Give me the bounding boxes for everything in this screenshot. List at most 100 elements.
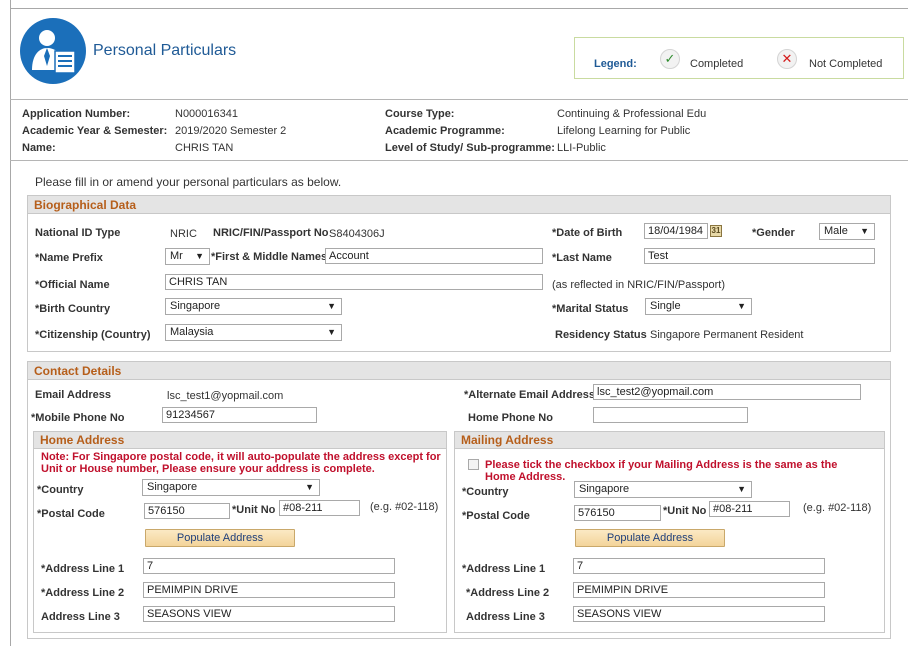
mail-line1-label: *Address Line 1 [462,563,546,575]
name-prefix-value: Mr [170,250,183,262]
name-value: CHRIS TAN [175,142,234,154]
mobile-input[interactable]: 91234567 [162,407,317,423]
chevron-down-icon: ▼ [327,327,336,337]
alt-email-input[interactable]: lsc_test2@yopmail.com [593,384,861,400]
dob-input[interactable]: 18/04/1984 [644,223,708,239]
email-value: lsc_test1@yopmail.com [167,390,284,402]
cross-icon: ✕ [777,49,797,69]
mail-line3-label: Address Line 3 [466,611,545,623]
official-name-note: (as reflected in NRIC/FIN/Passport) [552,279,725,291]
mail-country-value: Singapore [579,483,630,495]
home-unit-label: *Unit No [232,504,276,516]
residency-value: Singapore Permanent Resident [650,329,804,341]
programme-label: Academic Programme: [385,125,505,137]
header-divider [10,99,908,100]
id-no-label: NRIC/FIN/Passport No [213,227,329,239]
app-number-label: Application Number: [22,108,131,120]
mail-postal-input[interactable]: 576150 [574,505,661,521]
home-phone-input[interactable] [593,407,748,423]
calendar-icon[interactable]: 31 [710,225,722,237]
info-divider [10,160,908,161]
same-address-checkbox[interactable] [468,459,479,470]
home-line3-label: Address Line 3 [41,611,120,623]
chevron-down-icon: ▼ [327,301,336,311]
mail-line3-input[interactable]: SEASONS VIEW [573,606,825,622]
marital-status-label: *Marital Status [552,303,629,315]
instruction-text: Please fill in or amend your personal pa… [35,175,342,189]
page-title: Personal Particulars [93,42,237,59]
mail-line2-input[interactable]: PEMIMPIN DRIVE [573,582,825,598]
gender-select[interactable]: Male ▼ [819,223,875,240]
home-address-note: Note: For Singapore postal code, it will… [41,451,441,475]
legend-completed-text: Completed [690,58,744,70]
name-prefix-label: *Name Prefix [35,252,103,264]
home-unit-example: (e.g. #02-118) [370,501,439,513]
person-document-icon [20,18,86,84]
year-semester-value: 2019/2020 Semester 2 [175,125,287,137]
level-value: LLI-Public [557,142,606,154]
home-populate-address-button[interactable]: Populate Address [145,529,295,547]
marital-status-select[interactable]: Single ▼ [645,298,752,315]
last-name-label: *Last Name [552,252,612,264]
chevron-down-icon: ▼ [195,251,204,261]
alt-email-label: *Alternate Email Address [464,389,596,401]
mail-unit-label: *Unit No [663,505,707,517]
mailing-same-note: Please tick the checkbox if your Mailing… [485,459,838,483]
official-name-label: *Official Name [35,279,110,291]
home-address-heading: Home Address [34,432,446,449]
mail-postal-label: *Postal Code [462,510,530,522]
year-semester-label: Academic Year & Semester: [22,125,168,137]
mail-line1-input[interactable]: 7 [573,558,825,574]
mailing-address-heading: Mailing Address [455,432,884,449]
email-label: Email Address [35,389,112,401]
check-icon: ✓ [660,49,680,69]
citizenship-value: Malaysia [170,326,214,338]
mail-unit-input[interactable]: #08-211 [709,501,790,517]
home-line2-input[interactable]: PEMIMPIN DRIVE [143,582,395,598]
app-number-value: N000016341 [175,108,239,120]
gender-value: Male [824,225,848,237]
id-type-label: National ID Type [35,227,121,239]
marital-status-value: Single [650,300,681,312]
home-country-value: Singapore [147,481,198,493]
home-line1-input[interactable]: 7 [143,558,395,574]
home-line1-label: *Address Line 1 [41,563,125,575]
residency-label: Residency Status [555,329,647,341]
dob-label: *Date of Birth [552,227,623,239]
course-type-value: Continuing & Professional Edu [557,108,707,120]
home-unit-input[interactable]: #08-211 [279,500,360,516]
birth-country-select[interactable]: Singapore ▼ [165,298,342,315]
page-frame-top [10,8,908,9]
birth-country-value: Singapore [170,300,221,312]
name-label: Name: [22,142,56,154]
mail-unit-example: (e.g. #02-118) [803,502,872,514]
first-names-label: *First & Middle Names [211,251,328,263]
official-name-input[interactable]: CHRIS TAN [165,274,543,290]
mail-country-select[interactable]: Singapore ▼ [574,481,752,498]
home-line3-input[interactable]: SEASONS VIEW [143,606,395,622]
home-country-select[interactable]: Singapore ▼ [142,479,320,496]
chevron-down-icon: ▼ [737,301,746,311]
mail-line2-label: *Address Line 2 [466,587,550,599]
level-label: Level of Study/ Sub-programme: [385,142,555,154]
birth-country-label: *Birth Country [35,303,111,315]
citizenship-label: *Citizenship (Country) [35,329,151,341]
citizenship-select[interactable]: Malaysia ▼ [165,324,342,341]
section-heading: Biographical Data [28,196,890,214]
home-postal-label: *Postal Code [37,508,105,520]
programme-value: Lifelong Learning for Public [557,125,691,137]
chevron-down-icon: ▼ [305,482,314,492]
mobile-label: *Mobile Phone No [31,412,125,424]
legend-label: Legend: [594,58,637,70]
home-postal-input[interactable]: 576150 [144,503,230,519]
page-frame-left [10,0,11,646]
legend-not-completed-text: Not Completed [809,58,883,70]
home-line2-label: *Address Line 2 [41,587,125,599]
first-names-input[interactable]: Account [325,248,543,264]
home-phone-label: Home Phone No [468,412,553,424]
name-prefix-select[interactable]: Mr ▼ [165,248,210,265]
section-heading: Contact Details [28,362,890,380]
last-name-input[interactable]: Test [644,248,875,264]
chevron-down-icon: ▼ [737,484,746,494]
mail-populate-address-button[interactable]: Populate Address [575,529,725,547]
